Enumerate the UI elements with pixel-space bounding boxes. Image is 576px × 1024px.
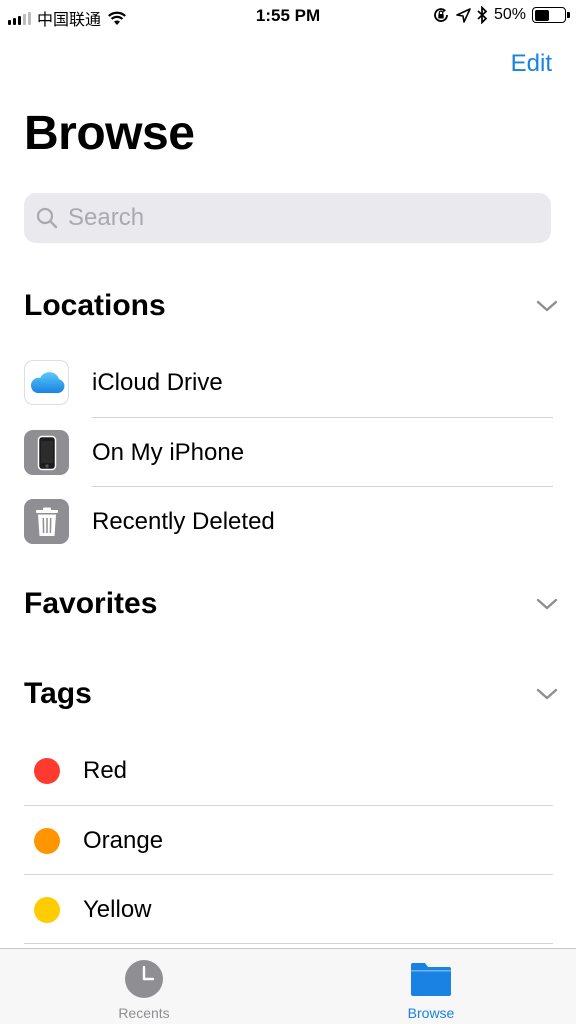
favorites-header[interactable]: Favorites (24, 584, 558, 624)
chevron-down-icon[interactable] (536, 597, 558, 611)
location-item-icloud-drive[interactable]: iCloud Drive (24, 348, 553, 417)
locations-header[interactable]: Locations (24, 286, 558, 326)
trash-icon (24, 499, 69, 544)
location-item-on-my-iphone[interactable]: On My iPhone (24, 418, 553, 487)
bluetooth-icon (477, 6, 488, 24)
location-arrow-icon (456, 7, 471, 23)
favorites-title: Favorites (24, 587, 158, 620)
tab-label: Browse (407, 1005, 455, 1021)
location-label: iCloud Drive (92, 368, 223, 396)
tag-color-dot (34, 757, 60, 784)
icloud-icon (24, 360, 69, 405)
tag-label: Yellow (83, 895, 152, 923)
locations-title: Locations (24, 289, 166, 322)
tag-item-yellow[interactable]: Yellow (24, 875, 553, 944)
search-bar[interactable] (24, 193, 551, 243)
battery-percent: 50% (493, 6, 526, 23)
chevron-down-icon[interactable] (536, 299, 558, 313)
tag-item-red[interactable]: Red (24, 736, 553, 805)
tag-label: Orange (83, 826, 164, 854)
edit-button[interactable]: Edit (511, 50, 552, 78)
tag-color-dot (34, 827, 60, 854)
status-indicators: 50% (432, 6, 570, 24)
clock-icon (125, 960, 163, 998)
tag-label: Red (83, 756, 128, 784)
page-title: Browse (24, 107, 195, 160)
location-label: Recently Deleted (92, 507, 275, 535)
tags-header[interactable]: Tags (24, 674, 558, 714)
location-item-recently-deleted[interactable]: Recently Deleted (24, 487, 553, 556)
tag-color-dot (34, 896, 60, 923)
iphone-icon (24, 430, 69, 475)
tab-bar: Recents Browse (0, 948, 576, 1024)
folder-icon (411, 963, 451, 996)
tab-browse[interactable]: Browse (371, 959, 491, 1021)
tab-label: Recents (118, 1005, 170, 1021)
battery-level (534, 9, 549, 21)
tags-title: Tags (24, 677, 92, 710)
divider (24, 943, 553, 944)
search-icon (36, 207, 58, 229)
search-input[interactable] (68, 204, 508, 232)
chevron-down-icon[interactable] (536, 687, 558, 701)
location-label: On My iPhone (92, 438, 245, 466)
rotation-lock-icon (434, 8, 448, 22)
tag-item-orange[interactable]: Orange (24, 806, 553, 875)
battery-icon (532, 7, 570, 23)
status-bar: 中国联通 1:55 PM 50% (0, 0, 576, 34)
tab-recents[interactable]: Recents (84, 959, 204, 1021)
